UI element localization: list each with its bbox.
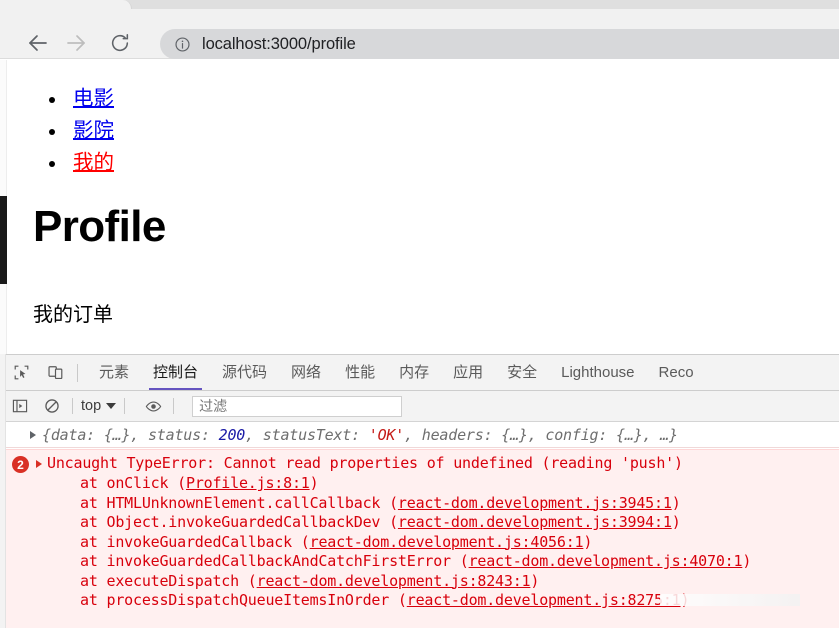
clear-console-icon — [45, 399, 59, 413]
stack-close: ) — [530, 571, 540, 590]
inspect-element-button[interactable] — [8, 360, 34, 386]
stack-frame: at executeDispatch (react-dom.developmen… — [47, 572, 751, 592]
status-value: 200 — [218, 425, 246, 444]
error-stack-trace: at onClick (Profile.js:8:1) at HTMLUnkno… — [47, 474, 751, 611]
back-button[interactable] — [26, 31, 50, 55]
url-text: localhost:3000/profile — [202, 34, 356, 53]
object-preview: {data: {…}, status: 200, statusText: 'OK… — [42, 426, 678, 444]
forward-button[interactable] — [64, 31, 88, 55]
stack-fn: at Object.invokeGuardedCallbackDev ( — [80, 513, 398, 531]
stack-fn: at HTMLUnknownElement.callCallback ( — [80, 493, 398, 512]
list-item: 电影 — [39, 83, 114, 115]
arrow-right-icon — [67, 35, 85, 51]
stack-location[interactable]: react-dom.development.js:4070:1 — [469, 552, 743, 570]
tab-security[interactable]: 安全 — [495, 355, 549, 390]
nav-link-movies[interactable]: 电影 — [73, 87, 114, 110]
live-expression-button[interactable] — [141, 394, 165, 418]
filterbar-divider-3 — [173, 398, 175, 414]
stack-location[interactable]: react-dom.development.js:8243:1 — [257, 572, 531, 590]
tab-memory[interactable]: 内存 — [387, 355, 441, 390]
stack-frame: at HTMLUnknownElement.callCallback (reac… — [47, 494, 751, 514]
device-toolbar-button[interactable] — [42, 360, 68, 386]
stack-frame: at Object.invokeGuardedCallbackDev (reac… — [47, 513, 751, 533]
tab-network[interactable]: 网络 — [279, 355, 333, 390]
filterbar-divider-2 — [124, 398, 126, 414]
nav-link-cinemas[interactable]: 影院 — [73, 119, 114, 142]
stack-fn: at executeDispatch ( — [80, 571, 257, 590]
arrow-left-icon — [29, 35, 47, 51]
stack-frame: at invokeGuardedCallback (react-dom.deve… — [47, 533, 751, 553]
chevron-down-icon — [106, 403, 117, 409]
stack-close: ) — [583, 532, 593, 551]
tab-lighthouse[interactable]: Lighthouse — [549, 355, 646, 390]
browser-toolbar: localhost:3000/profile — [0, 9, 839, 59]
stack-fn: at invokeGuardedCallback ( — [80, 532, 310, 551]
tab-sources[interactable]: 源代码 — [210, 355, 279, 390]
stack-close: ) — [671, 513, 681, 531]
eye-icon — [145, 401, 161, 411]
render-artifact-strip — [660, 594, 800, 606]
stack-location[interactable]: react-dom.development.js:3994:1 — [398, 513, 672, 531]
stack-close: ) — [671, 493, 681, 512]
filterbar-divider-1 — [72, 398, 73, 414]
stack-fn: at processDispatchQueueItemsInOrder ( — [80, 591, 407, 609]
page-title: Profile — [33, 202, 166, 251]
inspect-element-icon — [14, 365, 28, 380]
stack-frame: at onClick (Profile.js:8:1) — [47, 474, 751, 494]
list-item: 影院 — [39, 115, 114, 147]
browser-window: localhost:3000/profile 电影 影院 我的 Profile … — [0, 0, 839, 628]
address-bar[interactable]: localhost:3000/profile — [160, 29, 839, 59]
object-mid: , statusText: — [245, 425, 369, 444]
nav-link-profile[interactable]: 我的 — [73, 151, 114, 174]
stack-frame: at invokeGuardedCallbackAndCatchFirstErr… — [47, 552, 751, 572]
execution-context-selector[interactable]: top — [81, 398, 117, 414]
console-message-object[interactable]: {data: {…}, status: 200, statusText: 'OK… — [0, 422, 839, 448]
error-count-badge: 2 — [12, 456, 29, 473]
stack-close: ) — [309, 474, 319, 492]
toolbar-divider — [77, 363, 78, 382]
reload-button[interactable] — [108, 31, 132, 55]
error-message: Uncaught TypeError: Cannot read properti… — [47, 454, 683, 472]
page-scrollbar-thumb[interactable] — [0, 196, 7, 284]
clear-console-button[interactable] — [40, 394, 64, 418]
console-filter-placeholder: 过滤 — [199, 398, 228, 414]
status-text-value: 'OK' — [368, 425, 405, 444]
stack-location[interactable]: react-dom.development.js:3945:1 — [398, 494, 672, 512]
execution-context-label: top — [81, 398, 102, 414]
stack-close: ) — [742, 552, 752, 570]
page-subtext: 我的订单 — [33, 304, 113, 326]
stack-frame: at processDispatchQueueItemsInOrder (rea… — [47, 591, 751, 611]
site-info-icon[interactable] — [174, 36, 191, 53]
console-sidebar-icon — [12, 399, 28, 413]
object-suffix: , headers: {…}, config: {…}, …} — [404, 425, 678, 444]
device-toolbar-icon — [47, 366, 62, 380]
console-sidebar-button[interactable] — [8, 394, 32, 418]
error-expand-triangle-icon[interactable] — [36, 460, 42, 468]
devtools-panel: 元素 控制台 源代码 网络 性能 内存 应用 安全 Lighthouse Rec… — [0, 354, 839, 628]
stack-location[interactable]: react-dom.development.js:4056:1 — [310, 533, 584, 551]
object-prefix: {data: {…}, status: — [42, 425, 219, 444]
tab-console[interactable]: 控制台 — [141, 355, 210, 390]
list-item: 我的 — [39, 147, 114, 179]
browser-tab[interactable] — [0, 0, 132, 9]
console-filter-bar: top 过滤 — [0, 391, 839, 422]
expand-triangle-icon[interactable] — [30, 430, 36, 439]
tab-performance[interactable]: 性能 — [333, 355, 387, 390]
stack-location[interactable]: react-dom.development.js:8275:1 — [407, 591, 681, 609]
tab-strip — [0, 0, 839, 9]
page-nav-list: 电影 影院 我的 — [39, 83, 114, 179]
reload-icon — [111, 33, 129, 52]
page-viewport: 电影 影院 我的 Profile 我的订单 — [0, 60, 839, 354]
stack-fn: at invokeGuardedCallbackAndCatchFirstErr… — [80, 552, 469, 570]
stack-fn: at onClick ( — [80, 474, 186, 492]
tab-elements[interactable]: 元素 — [87, 355, 141, 390]
tab-application[interactable]: 应用 — [441, 355, 495, 390]
tab-recorder[interactable]: Reco — [647, 355, 706, 390]
console-filter-input[interactable]: 过滤 — [192, 395, 403, 417]
stack-location[interactable]: Profile.js:8:1 — [186, 474, 310, 492]
devtools-tabbar: 元素 控制台 源代码 网络 性能 内存 应用 安全 Lighthouse Rec… — [0, 355, 839, 391]
devtools-left-edge — [0, 354, 6, 628]
